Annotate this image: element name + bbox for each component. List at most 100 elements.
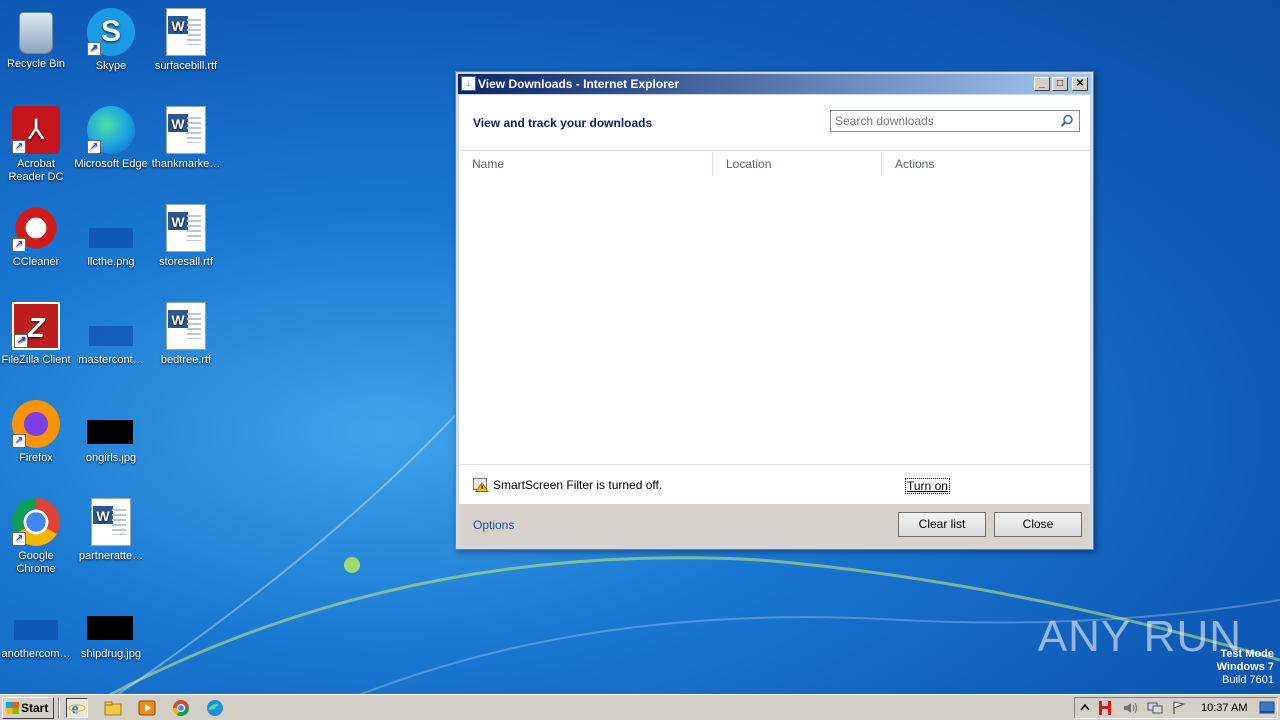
close-window-button[interactable]: ✕: [1072, 77, 1088, 91]
smartscreen-text: SmartScreen Filter is turned off.: [493, 478, 663, 492]
desktop-icon-firefox[interactable]: ↗ Firefox: [0, 400, 74, 465]
smartscreen-status: SmartScreen Filter is turned off.: [473, 478, 662, 492]
word-document-icon: W: [166, 106, 206, 154]
file-explorer-icon[interactable]: [102, 698, 124, 718]
taskbar-separator: [58, 698, 60, 718]
desktop-icon-bedtree[interactable]: W bedtree.rtf: [148, 302, 224, 367]
desktop-icon-mastercont[interactable]: mastercont…: [73, 302, 149, 367]
icon-label: thankmarke…: [151, 158, 221, 170]
desktop-icon-acrobat[interactable]: ⅄ ↗ Acrobat Reader DC: [0, 106, 74, 184]
internet-explorer-icon[interactable]: e: [66, 698, 88, 718]
desktop-icon-ccleaner[interactable]: ↗ CCleaner: [0, 204, 74, 269]
options-link[interactable]: Options: [473, 518, 514, 532]
smartscreen-warning-icon: [473, 478, 489, 492]
list-bottom-divider: [459, 464, 1090, 465]
icon-label: bedtree.rtf: [160, 354, 212, 366]
clear-list-button[interactable]: Clear list: [898, 512, 986, 537]
anyrun-watermark: ANY RUN: [1037, 612, 1242, 661]
desktop-icon-edge[interactable]: ↗ Microsoft Edge: [73, 106, 149, 171]
image-file-icon: [87, 204, 135, 252]
shortcut-arrow-icon: ↗: [14, 334, 28, 348]
icon-label: Firefox: [19, 452, 53, 464]
desktop-icon-thankmarke[interactable]: W thankmarke…: [148, 106, 224, 171]
window-titlebar[interactable]: ↓ View Downloads - Internet Explorer _ □…: [458, 74, 1091, 94]
icon-label: Recycle Bin: [6, 58, 66, 70]
system-clock[interactable]: 10:37 AM: [1201, 698, 1247, 718]
turn-on-smartscreen-link[interactable]: Turn on: [905, 478, 950, 494]
start-label: Start: [21, 701, 49, 715]
shortcut-arrow-icon: ↗: [12, 434, 26, 448]
column-header-actions[interactable]: Actions: [881, 152, 1092, 176]
downloads-panel: View and track your downloads Name Locat…: [459, 95, 1090, 546]
desktop-icon-storesall[interactable]: W storesall.rtf: [148, 204, 224, 269]
desktop-icon-llcthe[interactable]: llcthe.png: [73, 204, 149, 269]
taskbar: Start e 10:37 AM: [0, 694, 1280, 720]
icon-label: shipdrug.jpg: [81, 648, 141, 660]
icon-label: ongirls.jpg: [85, 452, 137, 464]
desktop-icon-surfacebill[interactable]: W surfacebill.rtf: [148, 8, 224, 73]
image-file-icon: [87, 302, 135, 350]
shortcut-arrow-icon: ↗: [87, 42, 101, 56]
search-downloads-input[interactable]: [830, 110, 1080, 132]
show-desktop-icon[interactable]: [1259, 701, 1275, 715]
minimize-button[interactable]: _: [1034, 77, 1050, 91]
column-header-location[interactable]: Location: [712, 152, 881, 176]
word-document-icon: W: [91, 498, 131, 546]
maximize-button[interactable]: □: [1052, 77, 1068, 91]
os-name-line: Windows 7: [1216, 661, 1274, 673]
desktop-icon-chrome[interactable]: ↗ Google Chrome: [0, 498, 74, 576]
security-app-icon[interactable]: [1097, 700, 1113, 716]
test-mode-line: Test Mode: [1220, 648, 1274, 660]
network-icon[interactable]: [1147, 701, 1163, 715]
word-document-icon: W: [166, 8, 206, 56]
windows-logo-icon: [6, 702, 19, 714]
icon-label: surfacebill.rtf: [154, 60, 218, 72]
icon-label: Acrobat Reader DC: [8, 158, 64, 183]
icon-label: CCleaner: [12, 256, 60, 268]
image-file-icon: [87, 400, 135, 448]
shortcut-arrow-icon: ↗: [12, 532, 26, 546]
action-center-flag-icon[interactable]: [1171, 701, 1187, 715]
skype-icon: S ↗: [87, 8, 135, 56]
svg-text:e: e: [72, 700, 79, 717]
window-title: View Downloads - Internet Explorer: [478, 77, 680, 91]
ie-downloads-icon: ↓: [461, 76, 476, 91]
edge-icon[interactable]: [204, 698, 226, 718]
desktop-icon-partneratte[interactable]: W partneratte…: [73, 498, 149, 563]
media-player-icon[interactable]: [136, 698, 158, 718]
show-hidden-icons-icon[interactable]: [1079, 701, 1091, 715]
downloads-heading: View and track your downloads: [473, 116, 653, 130]
edge-icon: ↗: [87, 106, 135, 154]
desktop-icon-shipdrug[interactable]: shipdrug.jpg: [73, 596, 149, 661]
downloads-footer: Options Clear list Close: [459, 504, 1090, 546]
build-line: Build 7601: [1222, 674, 1274, 686]
system-tray: 10:37 AM: [1074, 697, 1278, 719]
filezilla-icon: Z ↗: [12, 302, 60, 350]
close-button[interactable]: Close: [994, 512, 1082, 537]
desktop-icon-ongirls[interactable]: ongirls.jpg: [73, 400, 149, 465]
start-button[interactable]: Start: [2, 697, 54, 719]
view-downloads-window: ↓ View Downloads - Internet Explorer _ □…: [455, 71, 1094, 550]
volume-icon[interactable]: [1123, 701, 1139, 715]
acrobat-reader-icon: ⅄ ↗: [12, 106, 60, 154]
search-icon[interactable]: [1060, 114, 1074, 128]
desktop-icon-skype[interactable]: S ↗ Skype: [73, 8, 149, 73]
word-document-icon: W: [166, 302, 206, 350]
ccleaner-icon: ↗: [12, 204, 60, 252]
firefox-icon: ↗: [12, 400, 60, 448]
icon-label: anothercom…: [1, 648, 71, 660]
downloads-column-headers: Name Location Actions: [459, 152, 1090, 176]
icon-label: mastercont…: [78, 354, 144, 366]
image-file-icon: [87, 596, 135, 644]
desktop-icon-recycle-bin[interactable]: Recycle Bin: [0, 8, 74, 71]
icon-label: FileZilla Client: [1, 354, 71, 366]
icon-label: storesall.rtf: [159, 256, 213, 268]
chrome-icon[interactable]: [170, 698, 192, 718]
desktop-icon-anothercom[interactable]: anothercom…: [0, 596, 74, 661]
icon-label: partneratte…: [78, 550, 144, 562]
column-header-name[interactable]: Name: [459, 152, 712, 176]
desktop-icon-filezilla[interactable]: Z ↗ FileZilla Client: [0, 302, 74, 367]
word-document-icon: W: [166, 204, 206, 252]
icon-label: llcthe.png: [87, 256, 135, 268]
header-divider: [459, 150, 1090, 151]
